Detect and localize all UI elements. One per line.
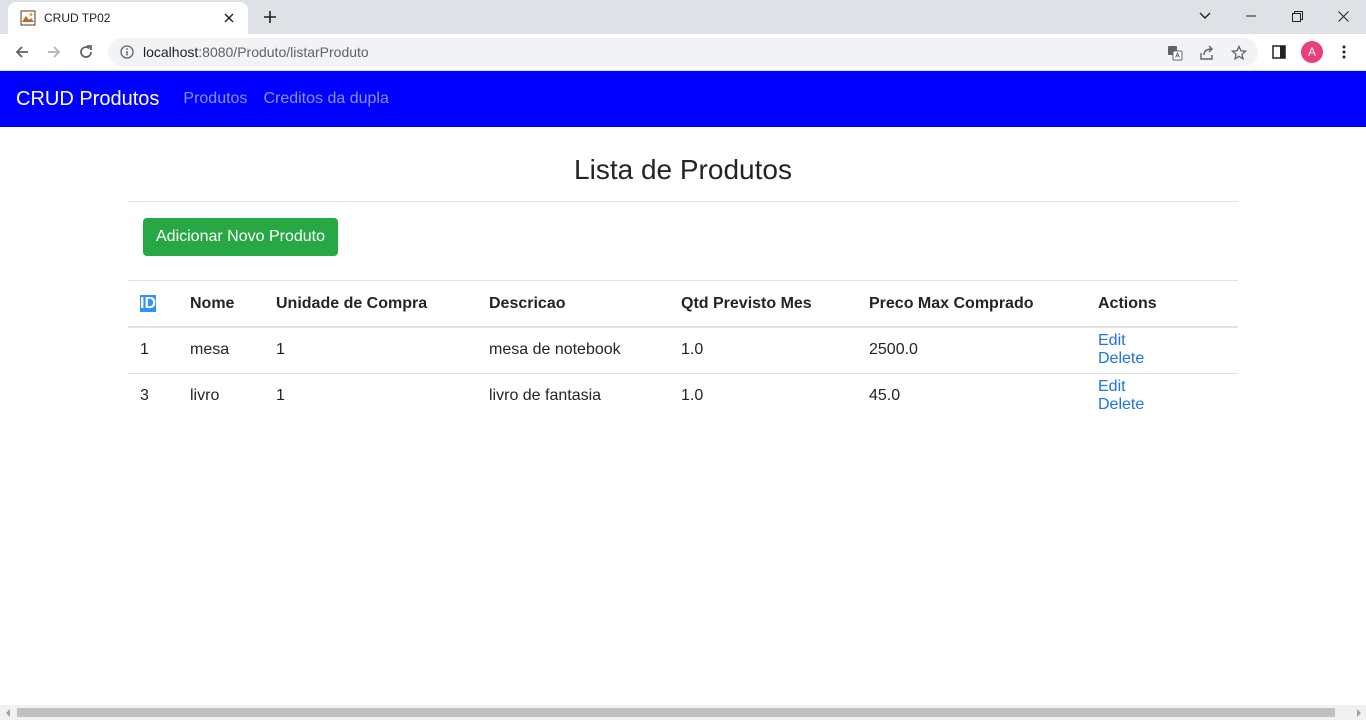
delete-link[interactable]: Delete <box>1098 350 1144 367</box>
cell-qtd: 1.0 <box>681 387 704 405</box>
cell-preco: 2500.0 <box>857 327 1086 374</box>
cell-actions: Edit Delete <box>1086 327 1238 374</box>
cell-id: 3 <box>140 387 149 405</box>
cell-nome: livro <box>190 387 220 405</box>
close-tab-icon[interactable] <box>220 9 238 27</box>
table-row: 1 mesa 1 mesa de notebook 1.0 2500.0 Edi… <box>128 327 1238 374</box>
address-bar[interactable]: localhost:8080/Produto/listarProduto <box>108 38 1258 66</box>
cell-id: 1 <box>128 327 178 374</box>
profile-avatar[interactable]: A <box>1301 41 1323 63</box>
cell-unidade: 1 <box>276 387 285 405</box>
tab-title: CRUD TP02 <box>44 11 111 25</box>
divider <box>128 201 1238 202</box>
browser-toolbar: localhost:8080/Produto/listarProduto A <box>0 34 1366 71</box>
table-row: 3 livro 1 livro de fantasia 1.0 45.0 Edi… <box>128 373 1238 419</box>
scroll-left-icon[interactable] <box>0 705 15 720</box>
tab-search-icon[interactable] <box>1182 0 1228 32</box>
delete-link[interactable]: Delete <box>1098 396 1144 413</box>
site-info-icon[interactable] <box>119 44 135 60</box>
cell-nome: mesa <box>178 327 264 374</box>
nav-link-creditos[interactable]: Creditos da dupla <box>263 90 388 108</box>
cell-actions: Edit Delete <box>1086 373 1238 419</box>
site-navbar: CRUD Produtos Produtos Creditos da dupla <box>0 71 1366 127</box>
close-window-icon[interactable] <box>1320 0 1366 32</box>
column-header-id: ID <box>128 281 178 328</box>
reload-icon[interactable] <box>72 38 100 66</box>
products-table: ID Nome Unidade de Compra Descricao Qtd … <box>128 281 1238 419</box>
scroll-right-icon[interactable] <box>1351 705 1366 720</box>
forward-icon[interactable] <box>40 38 68 66</box>
navbar-brand[interactable]: CRUD Produtos <box>16 88 159 111</box>
edit-link[interactable]: Edit <box>1098 332 1126 349</box>
horizontal-scrollbar[interactable] <box>0 705 1366 720</box>
column-header-unidade: Unidade de Compra <box>264 281 477 328</box>
page-title: Lista de Produtos <box>574 154 792 185</box>
column-header-nome: Nome <box>178 281 264 328</box>
cell-descricao: livro de fantasia <box>489 387 602 405</box>
browser-tab-strip: CRUD TP02 <box>0 0 1366 34</box>
browser-tab[interactable]: CRUD TP02 <box>8 2 248 34</box>
favicon-icon <box>20 10 36 26</box>
scrollbar-thumb[interactable] <box>17 708 1335 717</box>
translate-icon[interactable] <box>1166 44 1184 62</box>
cell-descricao: mesa de notebook <box>477 327 669 374</box>
cell-unidade: 1 <box>264 327 477 374</box>
table-header-row: ID Nome Unidade de Compra Descricao Qtd … <box>128 281 1238 328</box>
column-header-actions: Actions <box>1086 281 1238 328</box>
nav-link-produtos[interactable]: Produtos <box>183 90 247 108</box>
main-container: Lista de Produtos Adicionar Novo Produto… <box>128 127 1238 419</box>
column-header-qtd: Qtd Previsto Mes <box>669 281 857 328</box>
restore-icon[interactable] <box>1274 0 1320 32</box>
cell-preco: 45.0 <box>869 387 901 405</box>
cell-qtd: 1.0 <box>669 327 857 374</box>
url-text: localhost:8080/Produto/listarProduto <box>143 44 369 60</box>
new-tab-icon[interactable] <box>256 5 284 29</box>
share-icon[interactable] <box>1198 44 1216 62</box>
bookmark-star-icon[interactable] <box>1230 44 1248 62</box>
add-product-button[interactable]: Adicionar Novo Produto <box>143 218 338 256</box>
column-header-descricao: Descricao <box>477 281 669 328</box>
minimize-icon[interactable] <box>1228 0 1274 32</box>
menu-kebab-icon[interactable] <box>1334 42 1354 62</box>
edit-link[interactable]: Edit <box>1098 378 1126 395</box>
side-panel-icon[interactable] <box>1269 42 1289 62</box>
back-icon[interactable] <box>8 38 36 66</box>
column-header-preco: Preco Max Comprado <box>857 281 1086 328</box>
